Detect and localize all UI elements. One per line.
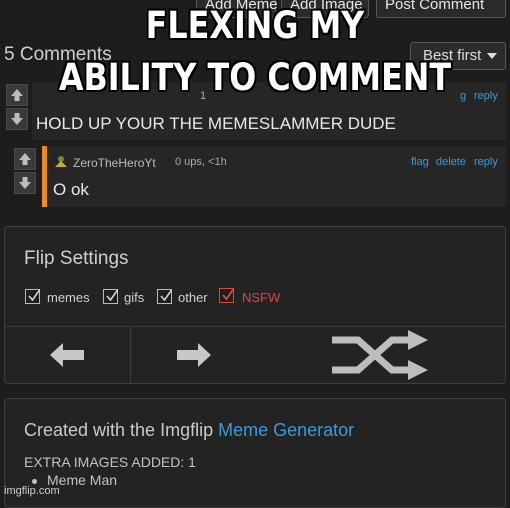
other-label: other	[178, 290, 208, 305]
created-with-text: Created with the Imgflip Meme Generator	[24, 420, 354, 441]
downvote-button[interactable]	[14, 172, 36, 194]
comment-vote-controls	[6, 84, 30, 132]
upvote-button[interactable]	[14, 148, 36, 170]
memes-label: memes	[47, 290, 90, 305]
reply-comment-item: ZeroTheHeroYt 0 ups, <1h flag delete rep…	[47, 146, 506, 207]
arrow-down-icon	[11, 113, 23, 125]
comment-text: HOLD UP YOUR THE MEMESLAMMER DUDE	[36, 114, 396, 133]
arrow-up-icon	[19, 153, 31, 165]
credits-panel	[4, 398, 506, 508]
flag-link[interactable]: flag	[411, 156, 429, 168]
comment-username[interactable]: ZeroTheHeroYt	[73, 156, 156, 170]
upvote-button[interactable]	[6, 84, 28, 106]
previous-button[interactable]	[5, 327, 129, 383]
caption-line-1: FLEXING MY	[145, 4, 365, 47]
comment-text: O ok	[53, 180, 89, 199]
checkmark-icon	[106, 289, 119, 302]
gifs-label: gifs	[124, 290, 145, 305]
checkmark-icon	[222, 288, 235, 301]
meme-generator-link[interactable]: Meme Generator	[218, 420, 354, 440]
random-button[interactable]	[300, 327, 460, 383]
user-badge-icon	[55, 156, 67, 167]
watermark: imgflip.com	[4, 485, 60, 497]
nsfw-checkbox[interactable]	[219, 288, 235, 303]
next-button[interactable]	[131, 327, 257, 383]
shuffle-icon	[332, 330, 428, 380]
created-prefix: Created with the Imgflip	[24, 420, 219, 440]
caption-line-2: ABILITY TO COMMENT	[58, 56, 452, 99]
extra-images-text: EXTRA IMAGES ADDED: 1	[24, 454, 196, 470]
nsfw-label: NSFW	[242, 290, 281, 305]
checkmark-icon	[28, 289, 41, 302]
bullet-icon	[32, 478, 37, 484]
downvote-button[interactable]	[6, 108, 28, 130]
arrow-left-icon	[50, 343, 84, 367]
checkmark-icon	[160, 289, 173, 302]
arrow-up-icon	[11, 89, 23, 101]
other-checkbox[interactable]	[157, 289, 173, 304]
reply-link[interactable]: reply	[474, 90, 498, 102]
arrow-right-icon	[177, 343, 211, 367]
reply-link[interactable]: reply	[474, 156, 498, 168]
delete-link[interactable]: delete	[436, 156, 466, 168]
arrow-down-icon	[19, 177, 31, 189]
gifs-checkbox[interactable]	[103, 289, 119, 304]
flip-settings-title: Flip Settings	[24, 248, 129, 269]
reply-vote-controls	[14, 148, 38, 196]
comment-meta: 0 ups, <1h	[175, 156, 227, 168]
chevron-down-icon	[487, 53, 498, 60]
memes-checkbox[interactable]	[25, 289, 41, 304]
